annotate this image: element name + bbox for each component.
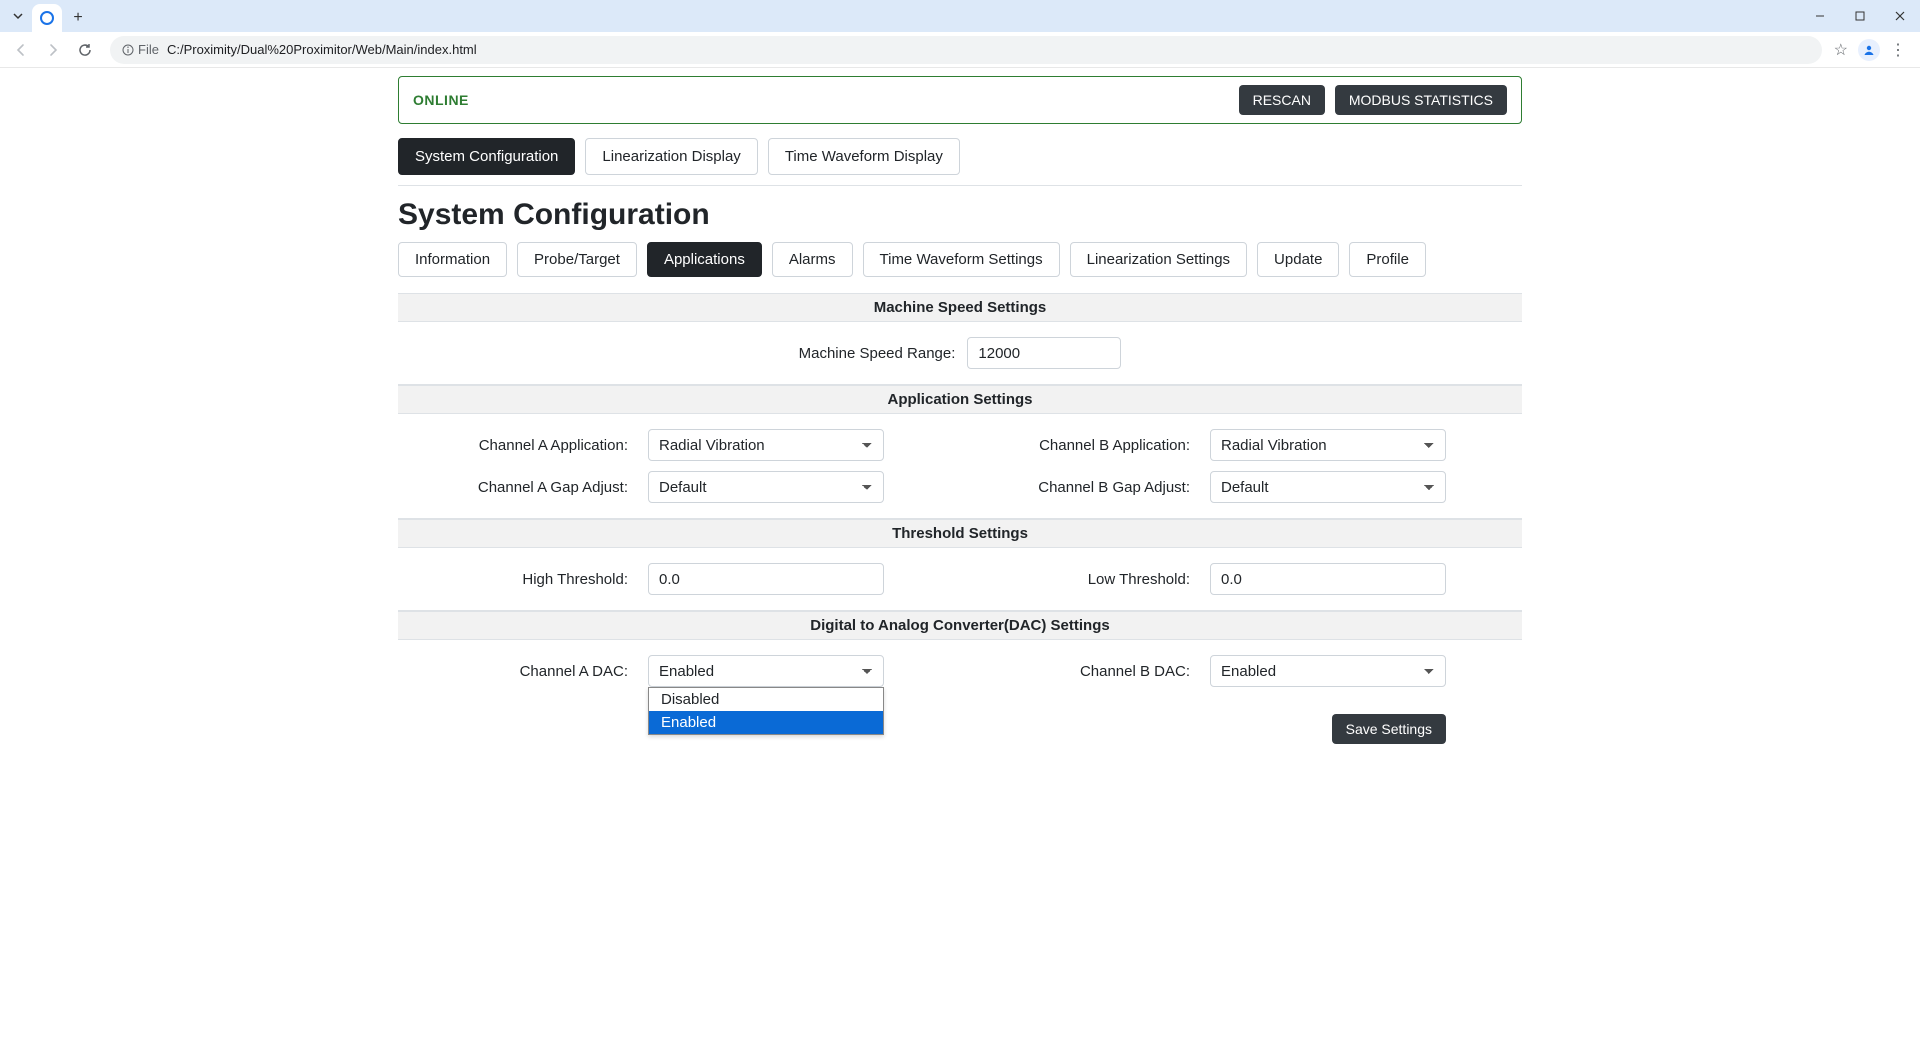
status-text: ONLINE [413, 92, 469, 108]
tab-linearization-display[interactable]: Linearization Display [585, 138, 757, 175]
subtab-update[interactable]: Update [1257, 242, 1339, 277]
channel-a-application-label: Channel A Application: [398, 437, 648, 454]
channel-a-gap-adjust-select[interactable]: Default [648, 471, 884, 503]
window-close-button[interactable] [1880, 0, 1920, 32]
section-header-dac: Digital to Analog Converter(DAC) Setting… [398, 611, 1522, 640]
nav-reload-button[interactable] [72, 37, 98, 63]
subtab-profile[interactable]: Profile [1349, 242, 1426, 277]
channel-a-application-select[interactable]: Radial Vibration [648, 429, 884, 461]
favicon-icon [40, 11, 54, 25]
url-scheme-chip: File [122, 42, 159, 57]
channel-b-application-label: Channel B Application: [960, 437, 1210, 454]
page-content: ONLINE RESCAN MODBUS STATISTICS System C… [398, 68, 1522, 744]
subtab-applications[interactable]: Applications [647, 242, 762, 277]
browser-menu-button[interactable]: ⋮ [1890, 40, 1906, 60]
channel-b-gap-adjust-select[interactable]: Default [1210, 471, 1446, 503]
channel-a-dac-label: Channel A DAC: [398, 663, 648, 680]
high-threshold-input[interactable] [648, 563, 884, 595]
url-text: C:/Proximity/Dual%20Proximitor/Web/Main/… [167, 42, 477, 57]
new-tab-button[interactable]: + [64, 4, 92, 32]
high-threshold-label: High Threshold: [398, 571, 648, 588]
bookmark-star-icon[interactable]: ☆ [1834, 40, 1848, 60]
url-scheme-label: File [138, 42, 159, 57]
machine-speed-range-label: Machine Speed Range: [799, 345, 956, 362]
subtab-information[interactable]: Information [398, 242, 507, 277]
save-settings-button[interactable]: Save Settings [1332, 714, 1446, 744]
section-header-application: Application Settings [398, 385, 1522, 414]
channel-b-gap-adjust-label: Channel B Gap Adjust: [960, 479, 1210, 496]
subtab-time-waveform-settings[interactable]: Time Waveform Settings [863, 242, 1060, 277]
tab-time-waveform-display[interactable]: Time Waveform Display [768, 138, 960, 175]
nav-forward-button[interactable] [40, 37, 66, 63]
browser-tab-active[interactable] [32, 4, 62, 32]
address-bar[interactable]: File C:/Proximity/Dual%20Proximitor/Web/… [110, 36, 1822, 64]
window-minimize-button[interactable] [1800, 0, 1840, 32]
section-header-threshold: Threshold Settings [398, 519, 1522, 548]
main-tabs: System Configuration Linearization Displ… [398, 138, 1522, 186]
page-title: System Configuration [398, 198, 1522, 232]
info-icon [122, 44, 134, 56]
channel-b-application-select[interactable]: Radial Vibration [1210, 429, 1446, 461]
channel-a-gap-adjust-label: Channel A Gap Adjust: [398, 479, 648, 496]
sub-tabs: Information Probe/Target Applications Al… [398, 242, 1522, 277]
subtab-probe-target[interactable]: Probe/Target [517, 242, 637, 277]
subtab-linearization-settings[interactable]: Linearization Settings [1070, 242, 1247, 277]
dac-option-disabled[interactable]: Disabled [649, 688, 883, 711]
browser-toolbar: File C:/Proximity/Dual%20Proximitor/Web/… [0, 32, 1920, 68]
channel-a-dac-dropdown-open: Disabled Enabled [648, 687, 884, 735]
tab-system-configuration[interactable]: System Configuration [398, 138, 575, 175]
machine-speed-range-input[interactable] [967, 337, 1121, 369]
low-threshold-input[interactable] [1210, 563, 1446, 595]
dac-option-enabled[interactable]: Enabled [649, 711, 883, 734]
browser-tabstrip: + [0, 0, 1920, 32]
profile-avatar-icon[interactable] [1858, 39, 1880, 61]
status-bar: ONLINE RESCAN MODBUS STATISTICS [398, 76, 1522, 124]
tab-search-dropdown[interactable] [8, 6, 28, 26]
section-header-machine-speed: Machine Speed Settings [398, 293, 1522, 322]
low-threshold-label: Low Threshold: [960, 571, 1210, 588]
nav-back-button[interactable] [8, 37, 34, 63]
window-maximize-button[interactable] [1840, 0, 1880, 32]
modbus-statistics-button[interactable]: MODBUS STATISTICS [1335, 85, 1507, 115]
channel-b-dac-select[interactable]: Enabled [1210, 655, 1446, 687]
channel-b-dac-label: Channel B DAC: [960, 663, 1210, 680]
channel-a-dac-select[interactable]: Enabled [648, 655, 884, 687]
rescan-button[interactable]: RESCAN [1239, 85, 1325, 115]
subtab-alarms[interactable]: Alarms [772, 242, 853, 277]
